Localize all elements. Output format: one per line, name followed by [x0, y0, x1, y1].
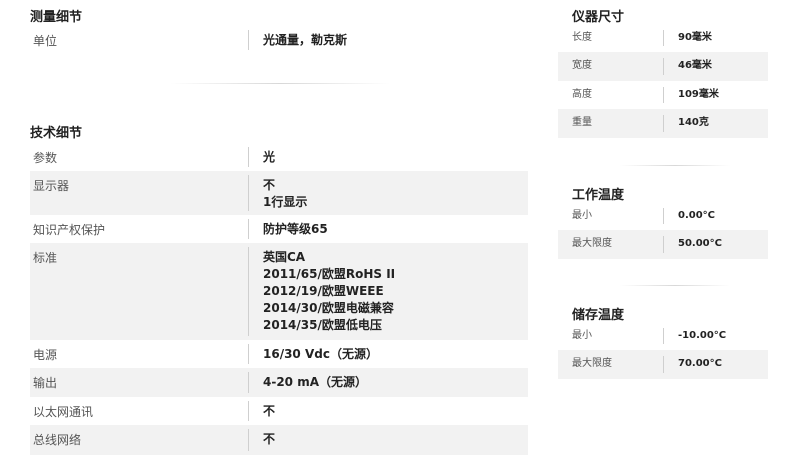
spec-value-line: 2012/19/欧盟WEEE	[263, 284, 384, 298]
spec-value: 英国CA 2011/65/欧盟RoHS II 2012/19/欧盟WEEE 20…	[249, 243, 395, 334]
dim-row-height: 高度 109毫米	[558, 81, 768, 109]
spec-label: 显示器	[33, 179, 70, 193]
spec-label: 单位	[33, 34, 58, 48]
spec-label: 宽度	[572, 60, 592, 71]
spec-label: 最大限度	[572, 358, 612, 369]
spec-value: -10.00°C	[678, 330, 727, 341]
spec-label: 长度	[572, 32, 592, 43]
spec-row-ethernet: 以太网通讯 不	[30, 397, 528, 425]
spec-label: 最小	[572, 330, 592, 341]
op-temp-row-max: 最大限度 50.00°C	[558, 230, 768, 259]
spec-value: 不	[249, 397, 275, 420]
spec-value: 不 1行显示	[249, 171, 307, 211]
spec-label: 知识产权保护	[33, 223, 106, 237]
spec-value-line: 英国CA	[263, 250, 306, 264]
storage-temp-section-title: 储存温度	[572, 308, 625, 323]
operating-temp-section-title: 工作温度	[572, 188, 625, 203]
spec-value: 防护等级65	[249, 215, 328, 238]
spec-label: 总线网络	[33, 433, 82, 447]
spec-value-line: 不	[263, 404, 276, 418]
section-divider	[620, 165, 730, 166]
storage-temp-row-max: 最大限度 70.00°C	[558, 350, 768, 379]
spec-label: 输出	[33, 376, 58, 390]
storage-temp-row-min: 最小 -10.00°C	[558, 322, 768, 350]
spec-value-line: 不	[263, 178, 276, 192]
section-divider	[620, 285, 730, 286]
spec-value-line: 2011/65/欧盟RoHS II	[263, 267, 396, 281]
spec-value: 光通量，勒克斯	[249, 26, 347, 49]
section-divider	[170, 83, 390, 84]
op-temp-row-min: 最小 0.00°C	[558, 202, 768, 230]
spec-value: 140克	[678, 117, 709, 128]
spec-label: 重量	[572, 117, 592, 128]
spec-row-parameter: 参数 光	[30, 143, 528, 171]
spec-value-line: 2014/35/欧盟低电压	[263, 318, 382, 332]
spec-label: 最小	[572, 210, 592, 221]
dim-row-weight: 重量 140克	[558, 109, 768, 138]
spec-value: 0.00°C	[678, 210, 716, 221]
spec-value-line: 光通量，勒克斯	[263, 33, 348, 47]
spec-label: 高度	[572, 89, 592, 100]
spec-row-unit: 单位 光通量，勒克斯	[30, 26, 528, 54]
spec-value: 光	[249, 143, 275, 166]
spec-value: 90毫米	[678, 32, 712, 43]
spec-value: 50.00°C	[678, 238, 722, 249]
spec-label: 以太网通讯	[33, 405, 94, 419]
spec-label: 标准	[33, 251, 58, 265]
spec-value: 16/30 Vdc（无源）	[249, 340, 378, 363]
spec-value: 4-20 mA（无源）	[249, 368, 367, 391]
spec-row-ip-protection: 知识产权保护 防护等级65	[30, 215, 528, 243]
measurement-section-title: 测量细节	[30, 10, 83, 25]
spec-value-line: 2014/30/欧盟电磁兼容	[263, 301, 394, 315]
spec-label: 参数	[33, 151, 58, 165]
dim-row-width: 宽度 46毫米	[558, 52, 768, 81]
spec-value-line: 1行显示	[263, 195, 308, 209]
spec-value-line: 不	[263, 432, 276, 446]
spec-row-standards: 标准 英国CA 2011/65/欧盟RoHS II 2012/19/欧盟WEEE…	[30, 243, 528, 340]
technical-section-title: 技术细节	[30, 126, 83, 141]
dim-row-length: 长度 90毫米	[558, 24, 768, 52]
spec-value: 46毫米	[678, 60, 712, 71]
spec-value-line: 16/30 Vdc（无源）	[263, 347, 378, 361]
spec-row-display: 显示器 不 1行显示	[30, 171, 528, 215]
dimensions-section-title: 仪器尺寸	[572, 10, 625, 25]
spec-value: 70.00°C	[678, 358, 722, 369]
spec-label: 电源	[33, 348, 58, 362]
spec-value-line: 光	[263, 150, 276, 164]
spec-value: 不	[249, 425, 275, 448]
spec-row-bus-network: 总线网络 不	[30, 425, 528, 455]
spec-value-line: 4-20 mA（无源）	[263, 375, 367, 389]
spec-row-power: 电源 16/30 Vdc（无源）	[30, 340, 528, 368]
spec-label: 最大限度	[572, 238, 612, 249]
spec-value: 109毫米	[678, 89, 719, 100]
spec-value-line: 防护等级65	[263, 222, 328, 236]
spec-row-output: 输出 4-20 mA（无源）	[30, 368, 528, 397]
